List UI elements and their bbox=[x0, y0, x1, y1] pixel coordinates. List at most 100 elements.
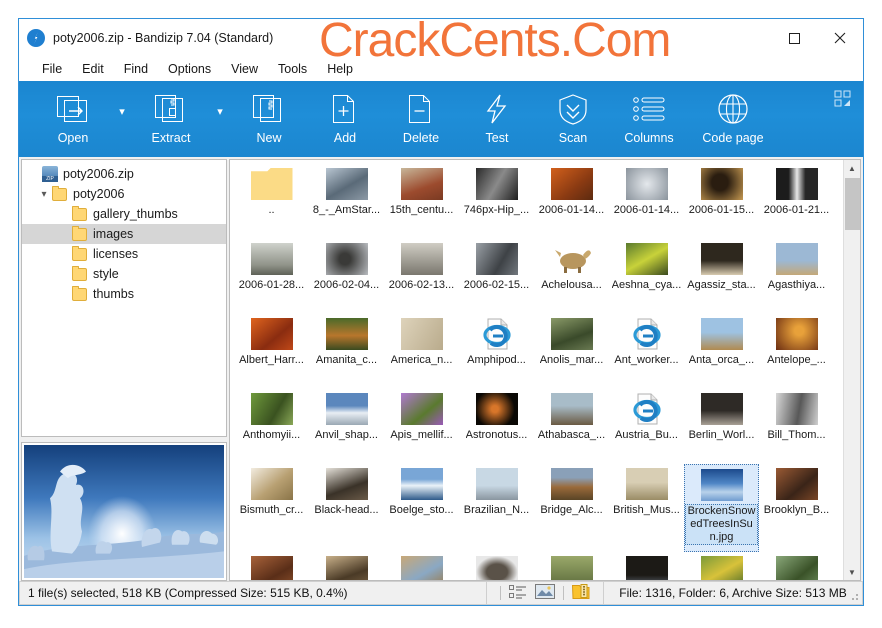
list-item[interactable]: Astronotus... bbox=[459, 389, 534, 464]
menu-tools[interactable]: Tools bbox=[269, 60, 316, 78]
list-item[interactable]: Anvil_shap... bbox=[309, 389, 384, 464]
list-item-label: Agassiz_sta... bbox=[687, 279, 756, 291]
list-item[interactable]: Black-head... bbox=[309, 464, 384, 539]
list-item-selected[interactable]: BrockenSnowedTreesInSun.jpg bbox=[684, 464, 759, 552]
list-item[interactable]: Boelge_sto... bbox=[384, 464, 459, 539]
list-item[interactable]: 2006-02-13... bbox=[384, 239, 459, 314]
file-grid-scrollbar[interactable]: ▲ ▼ bbox=[843, 160, 860, 580]
list-item[interactable] bbox=[234, 552, 309, 580]
tree-node-licenses[interactable]: licenses bbox=[22, 244, 226, 264]
list-item[interactable] bbox=[384, 552, 459, 580]
extract-dropdown-chevron-down-icon[interactable]: ▾ bbox=[209, 81, 231, 157]
tree-node-archive[interactable]: poty2006.zip bbox=[22, 164, 226, 184]
thumbnail-view-icon[interactable] bbox=[535, 584, 555, 602]
menu-find[interactable]: Find bbox=[115, 60, 157, 78]
folder-icon bbox=[72, 265, 87, 281]
list-item[interactable]: Aeshna_cya... bbox=[609, 239, 684, 314]
list-item[interactable] bbox=[684, 552, 759, 580]
list-item-label: 2006-01-28... bbox=[238, 279, 305, 291]
menu-view[interactable]: View bbox=[222, 60, 267, 78]
list-item[interactable]: Austria_Bu... bbox=[609, 389, 684, 464]
list-item[interactable]: Anta_orca_... bbox=[684, 314, 759, 389]
menu-file[interactable]: File bbox=[33, 60, 71, 78]
toolbar-open-label: Open bbox=[57, 131, 89, 145]
folder-icon bbox=[72, 245, 87, 261]
list-item[interactable]: 2006-02-15... bbox=[459, 239, 534, 314]
toolbar-scan-button[interactable]: Scan bbox=[535, 81, 611, 157]
tree-node-poty2006[interactable]: ▾ poty2006 bbox=[22, 184, 226, 204]
list-item[interactable]: 2006-01-15... bbox=[684, 164, 759, 239]
list-item[interactable]: America_n... bbox=[384, 314, 459, 389]
list-item[interactable]: Bill_Thom... bbox=[759, 389, 834, 464]
archive-folder-icon[interactable] bbox=[571, 583, 590, 603]
list-item[interactable]: Albert_Harr... bbox=[234, 314, 309, 389]
toolbar-test-button[interactable]: Test bbox=[459, 81, 535, 157]
list-item[interactable]: 746px-Hip_... bbox=[459, 164, 534, 239]
list-item[interactable]: Anolis_mar... bbox=[534, 314, 609, 389]
list-item[interactable]: Amphipod... bbox=[459, 314, 534, 389]
toolbar-open-button[interactable]: Open bbox=[35, 81, 111, 157]
folder-tree[interactable]: poty2006.zip ▾ poty2006 gallery_thumbs i… bbox=[21, 159, 227, 437]
list-item[interactable]: Antelope_... bbox=[759, 314, 834, 389]
file-thumbnail bbox=[550, 556, 593, 580]
list-item[interactable]: British_Mus... bbox=[609, 464, 684, 539]
list-item[interactable]: Bridge_Alc... bbox=[534, 464, 609, 539]
list-item[interactable]: Agasthiya... bbox=[759, 239, 834, 314]
list-item[interactable]: Apis_mellif... bbox=[384, 389, 459, 464]
file-thumbnail bbox=[325, 168, 368, 200]
list-item[interactable]: Bismuth_cr... bbox=[234, 464, 309, 539]
resize-grip-icon[interactable] bbox=[849, 591, 859, 601]
list-item[interactable] bbox=[759, 552, 834, 580]
scrollbar-thumb[interactable] bbox=[845, 178, 860, 230]
list-item[interactable]: 2006-01-28... bbox=[234, 239, 309, 314]
list-item[interactable]: Berlin_Worl... bbox=[684, 389, 759, 464]
list-item[interactable]: Agassiz_sta... bbox=[684, 239, 759, 314]
maximize-button[interactable] bbox=[771, 19, 817, 57]
list-item[interactable]: 2006-01-14... bbox=[534, 164, 609, 239]
chevron-down-icon[interactable]: ▾ bbox=[36, 189, 52, 200]
list-item[interactable]: Ant_worker... bbox=[609, 314, 684, 389]
list-item[interactable]: 8_-_AmStar... bbox=[309, 164, 384, 239]
layout-grid-icon[interactable] bbox=[833, 89, 853, 109]
menu-edit[interactable]: Edit bbox=[73, 60, 113, 78]
list-item[interactable]: Anthomyii... bbox=[234, 389, 309, 464]
toolbar-new-button[interactable]: New bbox=[231, 81, 307, 157]
list-item[interactable]: Amanita_c... bbox=[309, 314, 384, 389]
list-item[interactable] bbox=[309, 552, 384, 580]
list-item[interactable]: Athabasca_... bbox=[534, 389, 609, 464]
details-view-icon[interactable] bbox=[509, 584, 527, 602]
scroll-down-arrow-icon[interactable]: ▼ bbox=[844, 564, 860, 580]
list-item[interactable]: 2006-01-21... bbox=[759, 164, 834, 239]
list-item[interactable]: Brooklyn_B... bbox=[759, 464, 834, 539]
file-thumbnail bbox=[775, 393, 818, 425]
list-item[interactable]: Brazilian_N... bbox=[459, 464, 534, 539]
list-item[interactable]: 15th_centu... bbox=[384, 164, 459, 239]
list-item[interactable] bbox=[609, 552, 684, 580]
tree-node-thumbs[interactable]: thumbs bbox=[22, 284, 226, 304]
toolbar-extract-button[interactable]: Extract bbox=[133, 81, 209, 157]
tree-node-gallery-thumbs[interactable]: gallery_thumbs bbox=[22, 204, 226, 224]
scrollbar-track[interactable] bbox=[844, 176, 860, 564]
list-item-label: Agasthiya... bbox=[767, 279, 826, 291]
toolbar-delete-button[interactable]: Delete bbox=[383, 81, 459, 157]
list-item[interactable] bbox=[459, 552, 534, 580]
toolbar-add-button[interactable]: Add bbox=[307, 81, 383, 157]
toolbar-columns-button[interactable]: Columns bbox=[611, 81, 687, 157]
scroll-up-arrow-icon[interactable]: ▲ bbox=[844, 160, 860, 176]
tree-node-images[interactable]: images bbox=[22, 224, 226, 244]
test-lightning-icon bbox=[482, 91, 512, 127]
menu-help[interactable]: Help bbox=[318, 60, 362, 78]
file-thumbnail bbox=[475, 168, 518, 200]
close-button[interactable] bbox=[817, 19, 863, 57]
open-dropdown-chevron-down-icon[interactable]: ▾ bbox=[111, 81, 133, 157]
list-item[interactable]: 2006-01-14... bbox=[609, 164, 684, 239]
list-item[interactable]: Achelousa... bbox=[534, 239, 609, 314]
menu-options[interactable]: Options bbox=[159, 60, 220, 78]
list-item[interactable]: .. bbox=[234, 164, 309, 239]
list-item[interactable]: 2006-02-04... bbox=[309, 239, 384, 314]
file-thumbnail bbox=[550, 168, 593, 200]
zip-icon bbox=[42, 166, 58, 182]
tree-node-style[interactable]: style bbox=[22, 264, 226, 284]
list-item[interactable] bbox=[534, 552, 609, 580]
toolbar-codepage-button[interactable]: Code page bbox=[687, 81, 779, 157]
